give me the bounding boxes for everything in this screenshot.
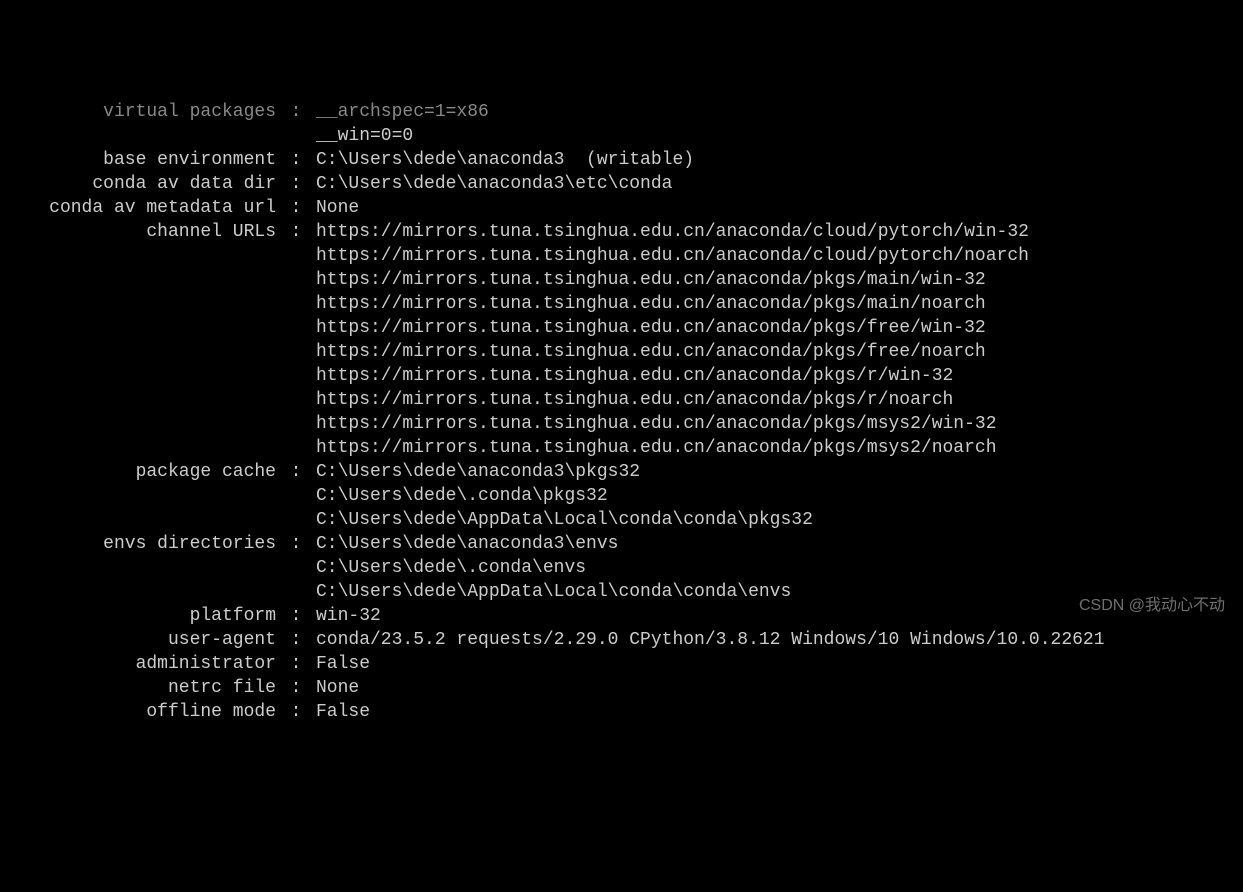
indent (16, 436, 316, 460)
info-value: https://mirrors.tuna.tsinghua.edu.cn/ana… (316, 412, 1227, 436)
info-value: https://mirrors.tuna.tsinghua.edu.cn/ana… (316, 268, 1227, 292)
terminal-line: netrc file : None (16, 676, 1227, 700)
indent (16, 508, 316, 532)
info-value: https://mirrors.tuna.tsinghua.edu.cn/ana… (316, 316, 1227, 340)
info-value: False (316, 652, 1227, 676)
info-value: None (316, 196, 1227, 220)
terminal-line: https://mirrors.tuna.tsinghua.edu.cn/ana… (16, 364, 1227, 388)
info-value: C:\Users\dede\AppData\Local\conda\conda\… (316, 508, 1227, 532)
indent (16, 412, 316, 436)
terminal-line: https://mirrors.tuna.tsinghua.edu.cn/ana… (16, 292, 1227, 316)
indent (16, 244, 316, 268)
indent (16, 316, 316, 340)
info-value: https://mirrors.tuna.tsinghua.edu.cn/ana… (316, 340, 1227, 364)
terminal-line: https://mirrors.tuna.tsinghua.edu.cn/ana… (16, 316, 1227, 340)
terminal-line: C:\Users\dede\.conda\envs (16, 556, 1227, 580)
terminal-line: administrator : False (16, 652, 1227, 676)
info-value: C:\Users\dede\anaconda3\pkgs32 (316, 460, 1227, 484)
indent (16, 580, 316, 604)
terminal-line: offline mode : False (16, 700, 1227, 724)
info-label: administrator (16, 652, 276, 676)
terminal-line: platform : win-32 (16, 604, 1227, 628)
info-label: envs directories (16, 532, 276, 556)
separator: : (276, 676, 316, 700)
separator: : (276, 172, 316, 196)
separator: : (276, 148, 316, 172)
indent (16, 364, 316, 388)
terminal-output: virtual packages : __archspec=1=x86__win… (16, 100, 1227, 724)
separator: : (276, 700, 316, 724)
info-value: https://mirrors.tuna.tsinghua.edu.cn/ana… (316, 220, 1227, 244)
info-value: __archspec=1=x86 (316, 100, 1227, 124)
info-value: conda/23.5.2 requests/2.29.0 CPython/3.8… (316, 628, 1227, 652)
separator: : (276, 196, 316, 220)
separator: : (276, 604, 316, 628)
info-value: C:\Users\dede\.conda\envs (316, 556, 1227, 580)
info-value: False (316, 700, 1227, 724)
indent (16, 388, 316, 412)
info-label: conda av metadata url (16, 196, 276, 220)
terminal-line: __win=0=0 (16, 124, 1227, 148)
info-label: netrc file (16, 676, 276, 700)
info-label: virtual packages (16, 100, 276, 124)
info-label: package cache (16, 460, 276, 484)
info-value: C:\Users\dede\anaconda3\envs (316, 532, 1227, 556)
terminal-line: conda av data dir : C:\Users\dede\anacon… (16, 172, 1227, 196)
terminal-line: https://mirrors.tuna.tsinghua.edu.cn/ana… (16, 244, 1227, 268)
separator: : (276, 652, 316, 676)
info-label: user-agent (16, 628, 276, 652)
terminal-line: virtual packages : __archspec=1=x86 (16, 100, 1227, 124)
info-value: None (316, 676, 1227, 700)
indent (16, 556, 316, 580)
terminal-line: package cache : C:\Users\dede\anaconda3\… (16, 460, 1227, 484)
separator: : (276, 532, 316, 556)
separator: : (276, 628, 316, 652)
terminal-line: base environment : C:\Users\dede\anacond… (16, 148, 1227, 172)
info-value: C:\Users\dede\anaconda3\etc\conda (316, 172, 1227, 196)
separator: : (276, 100, 316, 124)
info-value: https://mirrors.tuna.tsinghua.edu.cn/ana… (316, 244, 1227, 268)
watermark: CSDN @我动心不动 (1079, 594, 1225, 618)
terminal-line: channel URLs : https://mirrors.tuna.tsin… (16, 220, 1227, 244)
info-label: platform (16, 604, 276, 628)
terminal-line: https://mirrors.tuna.tsinghua.edu.cn/ana… (16, 412, 1227, 436)
info-value: C:\Users\dede\.conda\pkgs32 (316, 484, 1227, 508)
info-value: __win=0=0 (316, 124, 1227, 148)
info-label: channel URLs (16, 220, 276, 244)
separator: : (276, 460, 316, 484)
info-value: https://mirrors.tuna.tsinghua.edu.cn/ana… (316, 436, 1227, 460)
terminal-line: conda av metadata url : None (16, 196, 1227, 220)
terminal-line: C:\Users\dede\.conda\pkgs32 (16, 484, 1227, 508)
info-value: https://mirrors.tuna.tsinghua.edu.cn/ana… (316, 388, 1227, 412)
separator: : (276, 220, 316, 244)
info-label: conda av data dir (16, 172, 276, 196)
indent (16, 124, 316, 148)
info-label: offline mode (16, 700, 276, 724)
terminal-line: user-agent : conda/23.5.2 requests/2.29.… (16, 628, 1227, 652)
indent (16, 268, 316, 292)
info-value: https://mirrors.tuna.tsinghua.edu.cn/ana… (316, 364, 1227, 388)
info-value: https://mirrors.tuna.tsinghua.edu.cn/ana… (316, 292, 1227, 316)
indent (16, 292, 316, 316)
info-label: base environment (16, 148, 276, 172)
indent (16, 340, 316, 364)
terminal-line: C:\Users\dede\AppData\Local\conda\conda\… (16, 580, 1227, 604)
info-value: C:\Users\dede\anaconda3 (writable) (316, 148, 1227, 172)
terminal-line: https://mirrors.tuna.tsinghua.edu.cn/ana… (16, 268, 1227, 292)
terminal-line: https://mirrors.tuna.tsinghua.edu.cn/ana… (16, 388, 1227, 412)
terminal-line: envs directories : C:\Users\dede\anacond… (16, 532, 1227, 556)
terminal-line: C:\Users\dede\AppData\Local\conda\conda\… (16, 508, 1227, 532)
terminal-line: https://mirrors.tuna.tsinghua.edu.cn/ana… (16, 436, 1227, 460)
terminal-line: https://mirrors.tuna.tsinghua.edu.cn/ana… (16, 340, 1227, 364)
indent (16, 484, 316, 508)
